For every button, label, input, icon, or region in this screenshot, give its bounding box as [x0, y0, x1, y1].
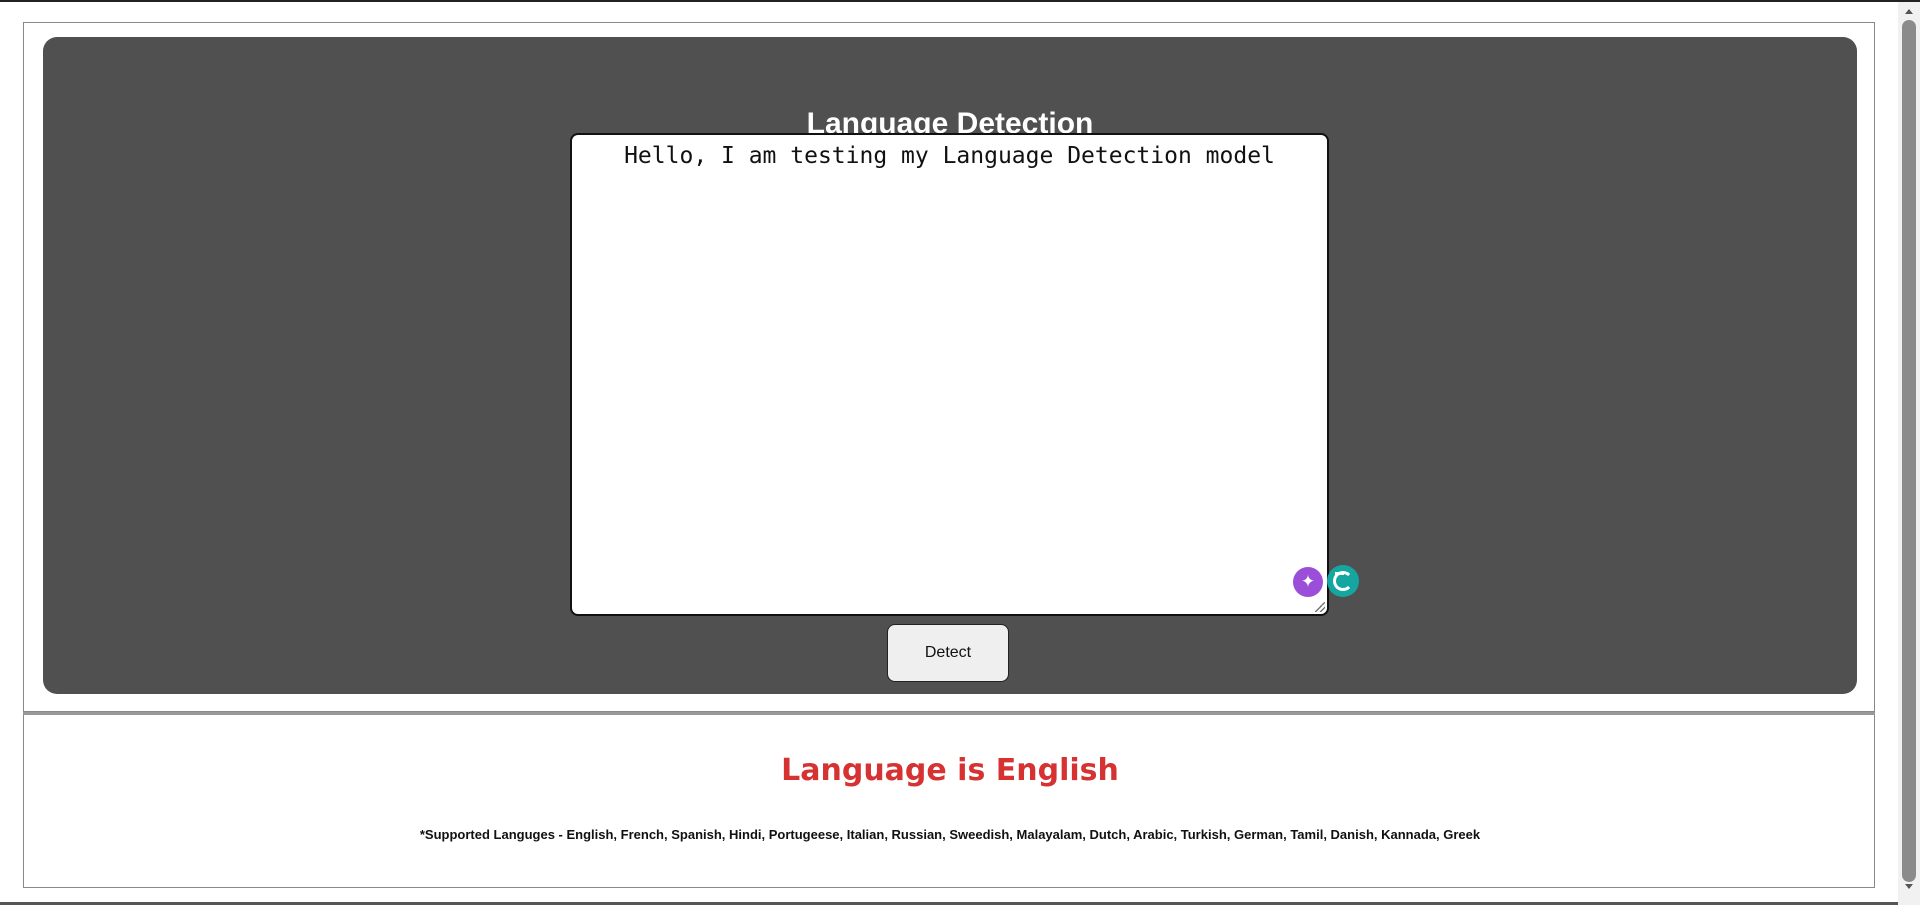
scroll-thumb[interactable] — [1902, 20, 1916, 882]
detect-button[interactable]: Detect — [887, 624, 1009, 682]
scroll-up-arrow-icon[interactable] — [1905, 9, 1913, 14]
sparkle-icon[interactable]: ✦ — [1293, 567, 1323, 597]
resize-handle[interactable] — [1315, 602, 1325, 612]
detection-panel: Language Detection Hello, I am testing m… — [43, 37, 1857, 694]
grammarly-g-icon[interactable] — [1327, 565, 1359, 597]
g-bar — [1335, 572, 1344, 575]
top-border — [0, 0, 1920, 2]
result-text: Language is English — [781, 753, 1119, 788]
vertical-scrollbar[interactable] — [1898, 2, 1920, 905]
result-section: Language is English *Supported Languges … — [23, 715, 1875, 888]
supported-languages-note: *Supported Languges - English, French, S… — [419, 827, 1481, 842]
scroll-down-arrow-icon[interactable] — [1905, 884, 1913, 889]
text-input[interactable]: Hello, I am testing my Language Detectio… — [572, 135, 1327, 614]
text-input-container: Hello, I am testing my Language Detectio… — [570, 133, 1359, 616]
